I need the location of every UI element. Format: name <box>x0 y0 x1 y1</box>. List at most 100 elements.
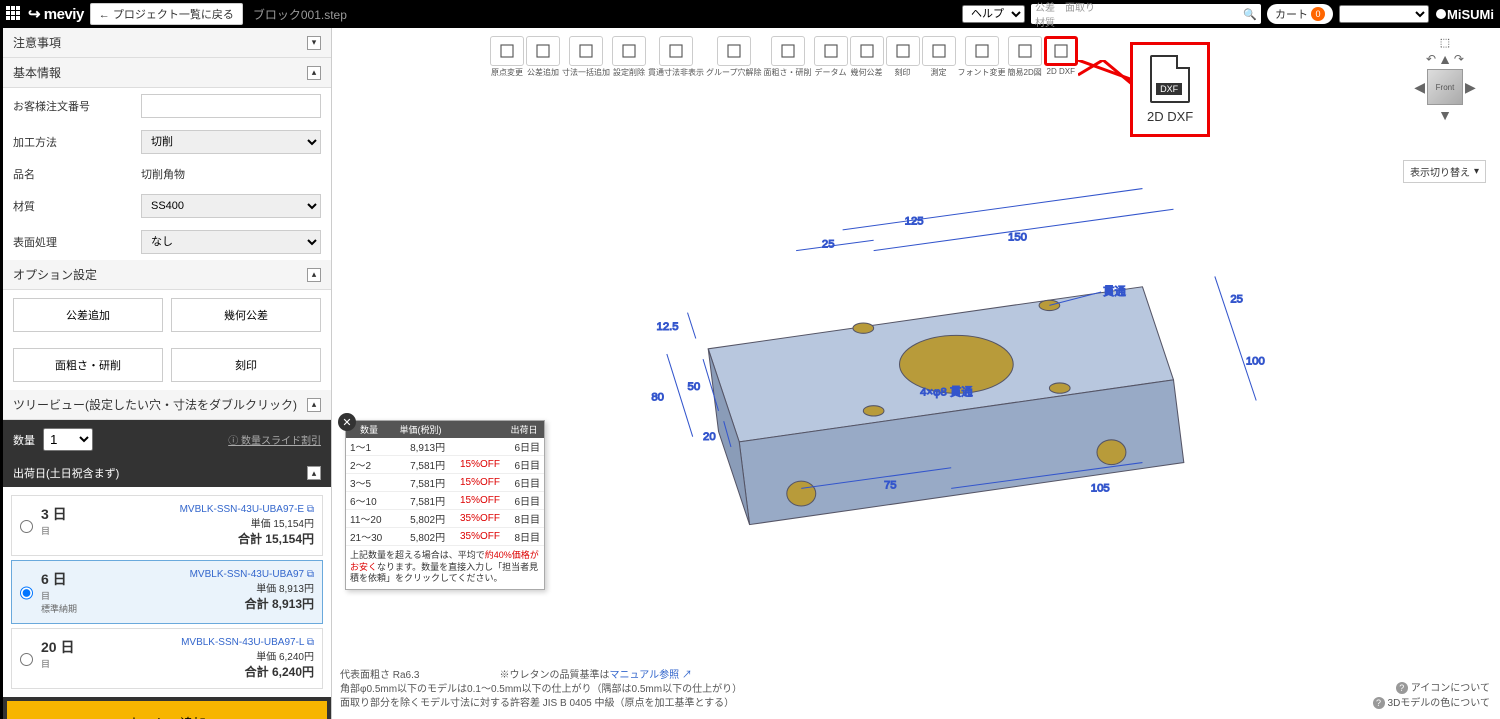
svg-text:12.5: 12.5 <box>657 321 679 333</box>
tool-label: 測定 <box>931 67 947 78</box>
chevron-down-icon[interactable]: ▾ <box>307 36 321 50</box>
engrave-button[interactable]: 刻印 <box>171 348 321 382</box>
tool-dim-batch[interactable] <box>569 36 603 66</box>
qty-label: 数量 <box>13 432 35 448</box>
tool-del-setting[interactable] <box>612 36 646 66</box>
arrow-up-icon[interactable]: ▲ <box>1438 51 1452 67</box>
tool-origin[interactable] <box>490 36 524 66</box>
section-notes[interactable]: 注意事項▾ <box>3 28 331 58</box>
color-help-link[interactable]: ?3Dモデルの色について <box>1373 696 1490 711</box>
svg-text:25: 25 <box>1230 293 1243 305</box>
tool-simple2d[interactable] <box>1008 36 1042 66</box>
tool-tol-add[interactable] <box>526 36 560 66</box>
misumi-logo: MiSUMi <box>1435 7 1494 22</box>
tool-engrave[interactable] <box>886 36 920 66</box>
tool-label: データム <box>815 67 847 78</box>
ship-radio[interactable] <box>20 571 33 615</box>
back-button[interactable]: ← プロジェクト一覧に戻る <box>90 3 243 25</box>
icon-help-link[interactable]: ?アイコンについて <box>1373 681 1490 696</box>
svg-text:75: 75 <box>884 479 897 491</box>
ship-option[interactable]: 3 日目 MVBLK-SSN-43U-UBA97-E ⧉ 単価 15,154円合… <box>11 495 323 556</box>
search-box[interactable]: 公差 面取り 材質 🔍 <box>1031 4 1261 24</box>
tool-group-hole[interactable] <box>717 36 751 66</box>
app-header: ↪ meviy ← プロジェクト一覧に戻る ブロック001.step ヘルプ 公… <box>0 0 1500 28</box>
filename: ブロック001.step <box>253 6 347 23</box>
svg-text:105: 105 <box>1091 483 1110 495</box>
ship-radio[interactable] <box>20 506 33 547</box>
left-panel: 注意事項▾ 基本情報▴ お客様注文番号 加工方法 切削 品名 切削角物 材質 S… <box>0 28 332 719</box>
svg-text:150: 150 <box>1008 231 1027 243</box>
svg-text:25: 25 <box>822 238 835 250</box>
surface-row: 表面処理 なし <box>3 224 331 260</box>
search-icon[interactable]: 🔍 <box>1243 8 1257 21</box>
copy-icon[interactable]: ⧉ <box>307 637 314 648</box>
discount-link[interactable]: ⓘ 数量スライド割引 <box>228 432 321 447</box>
order-no-row: お客様注文番号 <box>3 88 331 124</box>
tool-label: グループ穴解除 <box>706 67 762 78</box>
tool-label: 2D DXF <box>1047 67 1075 76</box>
model-block <box>708 287 1184 525</box>
cart-button[interactable]: カート 0 <box>1267 4 1333 24</box>
tool-font[interactable] <box>965 36 999 66</box>
tool-measure[interactable] <box>922 36 956 66</box>
apps-icon[interactable] <box>6 6 22 22</box>
svg-text:100: 100 <box>1246 355 1265 367</box>
tool-label: 原点変更 <box>491 67 523 78</box>
material-select[interactable]: SS400 <box>141 194 321 218</box>
svg-text:4×φ8 貫通: 4×φ8 貫通 <box>920 385 973 398</box>
rotate-cw-icon[interactable]: ↷ <box>1454 52 1464 66</box>
tool-datum[interactable] <box>814 36 848 66</box>
ship-option[interactable]: 20 日目 MVBLK-SSN-43U-UBA97-L ⧉ 単価 6,240円合… <box>11 628 323 689</box>
ship-radio[interactable] <box>20 639 33 680</box>
tool-2ddxf[interactable] <box>1044 36 1078 66</box>
chevron-up-icon[interactable]: ▴ <box>307 66 321 80</box>
tool-label: 寸法一括追加 <box>562 67 610 78</box>
tool-label: 簡易2D図 <box>1008 67 1042 78</box>
footer-notes: 代表面粗さ Ra6.3 ※ウレタンの品質基準はマニュアル参照 ↗ 角部φ0.5m… <box>340 669 742 711</box>
section-options[interactable]: オプション設定▴ <box>3 260 331 290</box>
name-row: 品名 切削角物 <box>3 160 331 188</box>
tool-label: 刻印 <box>895 67 911 78</box>
chevron-up-icon[interactable]: ▴ <box>307 398 321 412</box>
section-basic[interactable]: 基本情報▴ <box>3 58 331 88</box>
name-value: 切削角物 <box>141 166 185 182</box>
ship-header: 出荷日(土日祝含まず) ▴ <box>3 459 331 487</box>
footer-links: ?アイコンについて ?3Dモデルの色について <box>1373 681 1490 711</box>
manual-link[interactable]: マニュアル参照 ↗ <box>609 670 691 681</box>
cube-icon[interactable]: ⬚ <box>1440 36 1450 49</box>
tolerance-button[interactable]: 公差追加 <box>13 298 163 332</box>
qty-select[interactable]: 1 <box>43 428 93 451</box>
tool-label: 面粗さ・研削 <box>764 67 812 78</box>
roughness-button[interactable]: 面粗さ・研削 <box>13 348 163 382</box>
tool-geom-tol[interactable] <box>850 36 884 66</box>
ship-option[interactable]: 6 日目標準納期 MVBLK-SSN-43U-UBA97 ⧉ 単価 8,913円… <box>11 560 323 624</box>
chevron-up-icon[interactable]: ▴ <box>307 466 321 480</box>
chevron-up-icon[interactable]: ▴ <box>307 268 321 282</box>
tool-label: 設定削除 <box>613 67 645 78</box>
price-table: 数量単価(税別)出荷日 1〜18,913円6日目2〜27,581円15%OFF6… <box>346 421 544 546</box>
copy-icon[interactable]: ⧉ <box>307 569 314 580</box>
surface-select[interactable]: なし <box>141 230 321 254</box>
toolbar: 原点変更公差追加寸法一括追加設定削除貫通寸法非表示グループ穴解除面粗さ・研削デー… <box>490 36 1078 78</box>
close-icon[interactable]: ✕ <box>338 413 356 431</box>
quote-panel: 数量 1 ⓘ 数量スライド割引 出荷日(土日祝含まず) ▴ 3 日目 MVBLK… <box>3 420 331 719</box>
price-tooltip: ✕ 数量単価(税別)出荷日 1〜18,913円6日目2〜27,581円15%OF… <box>345 420 545 590</box>
cart-badge: 0 <box>1311 7 1325 21</box>
copy-icon[interactable]: ⧉ <box>307 504 314 515</box>
order-no-input[interactable] <box>141 94 321 118</box>
rotate-ccw-icon[interactable]: ↶ <box>1426 52 1436 66</box>
logo: ↪ meviy <box>28 5 84 23</box>
tool-label: 貫通寸法非表示 <box>648 67 704 78</box>
geom-tol-button[interactable]: 幾何公差 <box>171 298 321 332</box>
add-to-cart-button[interactable]: カートへ追加 <box>7 701 327 719</box>
user-select[interactable] <box>1339 5 1429 23</box>
tool-thru-dim[interactable] <box>659 36 693 66</box>
section-tree[interactable]: ツリービュー(設定したい穴・寸法をダブルクリック)▴ <box>3 390 331 420</box>
method-select[interactable]: 切削 <box>141 130 321 154</box>
tool-label: フォント変更 <box>958 67 1006 78</box>
material-row: 材質 SS400 <box>3 188 331 224</box>
search-input[interactable] <box>1101 8 1243 20</box>
tool-roughness[interactable] <box>771 36 805 66</box>
price-note: 上記数量を超える場合は、平均で約40%価格がお安くなります。数量を直接入力し「担… <box>346 546 544 589</box>
help-select[interactable]: ヘルプ <box>962 5 1025 23</box>
